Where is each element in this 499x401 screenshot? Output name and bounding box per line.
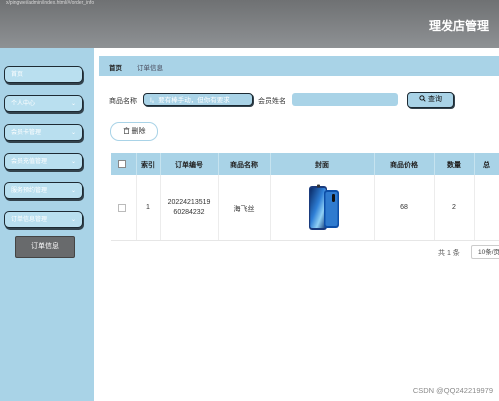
top-header: x/pingwei/admin/index.html/#/order_info … — [0, 0, 499, 48]
column-header-order-no: 订单编号 — [175, 162, 203, 169]
table-header: 索引 订单编号 商品名称 封面 商品价格 数量 总 — [111, 153, 499, 175]
watermark: CSDN @QQ242219979 — [412, 386, 493, 395]
sidebar-item-label: 会员卡管理 — [11, 130, 42, 136]
cell-order-no-line2: 60284232 — [173, 209, 205, 216]
sidebar-item-home[interactable]: 首页 — [4, 66, 83, 83]
search-icon — [419, 95, 426, 102]
sidebar-item-profile[interactable]: 个人中心 ⌄ — [4, 95, 83, 112]
cell-price: 68 — [400, 204, 408, 211]
sidebar-item-label: 服务预约管理 — [11, 188, 48, 194]
chevron-down-icon: ⌄ — [70, 217, 76, 223]
chevron-down-icon: ⌄ — [70, 130, 76, 136]
cell-product: 海飞丝 — [233, 206, 255, 213]
sidebar-item-orders[interactable]: 订单信息管理 ⌄ — [4, 211, 83, 228]
cell-order-no-line1: 20224213519 — [167, 199, 211, 206]
breadcrumb-home[interactable]: 首页 — [109, 62, 122, 72]
product-cover-image[interactable] — [305, 184, 341, 232]
sidebar-item-appointment[interactable]: 服务预约管理 ⌄ — [4, 182, 83, 199]
sidebar-item-label: 会员充值管理 — [11, 159, 48, 165]
url-path: x/pingwei/admin/index.html/#/order_info — [6, 0, 95, 6]
column-header-cover: 封面 — [315, 162, 329, 169]
sidebar-item-membership-card[interactable]: 会员卡管理 ⌄ — [4, 124, 83, 141]
search-button[interactable]: 查询 — [407, 92, 454, 108]
member-name-label: 会员姓名 — [258, 98, 286, 105]
breadcrumb: 首页 订单信息 — [99, 56, 499, 76]
sidebar-item-recharge[interactable]: 会员充值管理 ⌄ — [4, 153, 83, 170]
cell-qty: 2 — [452, 204, 456, 211]
sidebar-item-label: 首页 — [11, 72, 24, 78]
member-name-input[interactable] — [292, 93, 398, 106]
row-checkbox[interactable] — [118, 204, 126, 212]
column-header-product: 商品名称 — [230, 162, 258, 169]
trash-icon — [123, 127, 129, 134]
select-all-checkbox[interactable] — [118, 160, 126, 168]
sidebar: 首页 个人中心 ⌄ 会员卡管理 ⌄ 会员充值管理 ⌄ 服务预约管理 ⌄ 订单信息… — [0, 48, 94, 401]
search-button-label: 查询 — [427, 96, 442, 103]
main-panel: 首页 订单信息 商品名称 I。要有棒手动，但你有要求 会员姓名 查询 删除 索引… — [99, 48, 499, 401]
column-header-total: 总 — [483, 162, 490, 169]
chevron-down-icon: ⌄ — [70, 159, 76, 165]
column-header-qty: 数量 — [447, 162, 461, 169]
pagination-total: 共 1 条 — [438, 250, 460, 257]
cell-index: 1 — [146, 204, 150, 211]
sidebar-subitem-order-info[interactable]: 订单信息 — [15, 236, 75, 258]
breadcrumb-current: 订单信息 — [137, 65, 163, 72]
chevron-down-icon: ⌄ — [70, 101, 76, 107]
delete-button-label: 删除 — [131, 128, 146, 135]
chevron-down-icon: ⌄ — [70, 188, 76, 194]
sidebar-item-label: 个人中心 — [11, 101, 36, 107]
sidebar-item-label: 订单信息管理 — [11, 217, 48, 223]
product-name-input[interactable]: I。要有棒手动，但你有要求 — [143, 93, 253, 106]
column-header-price: 商品价格 — [390, 162, 418, 169]
column-header-index: 索引 — [141, 162, 155, 169]
delete-button[interactable]: 删除 — [110, 122, 158, 141]
page-size-select[interactable]: 10条/页 — [471, 245, 499, 259]
product-name-label: 商品名称 — [109, 98, 137, 105]
app-title: 理发店管理 — [428, 19, 489, 33]
